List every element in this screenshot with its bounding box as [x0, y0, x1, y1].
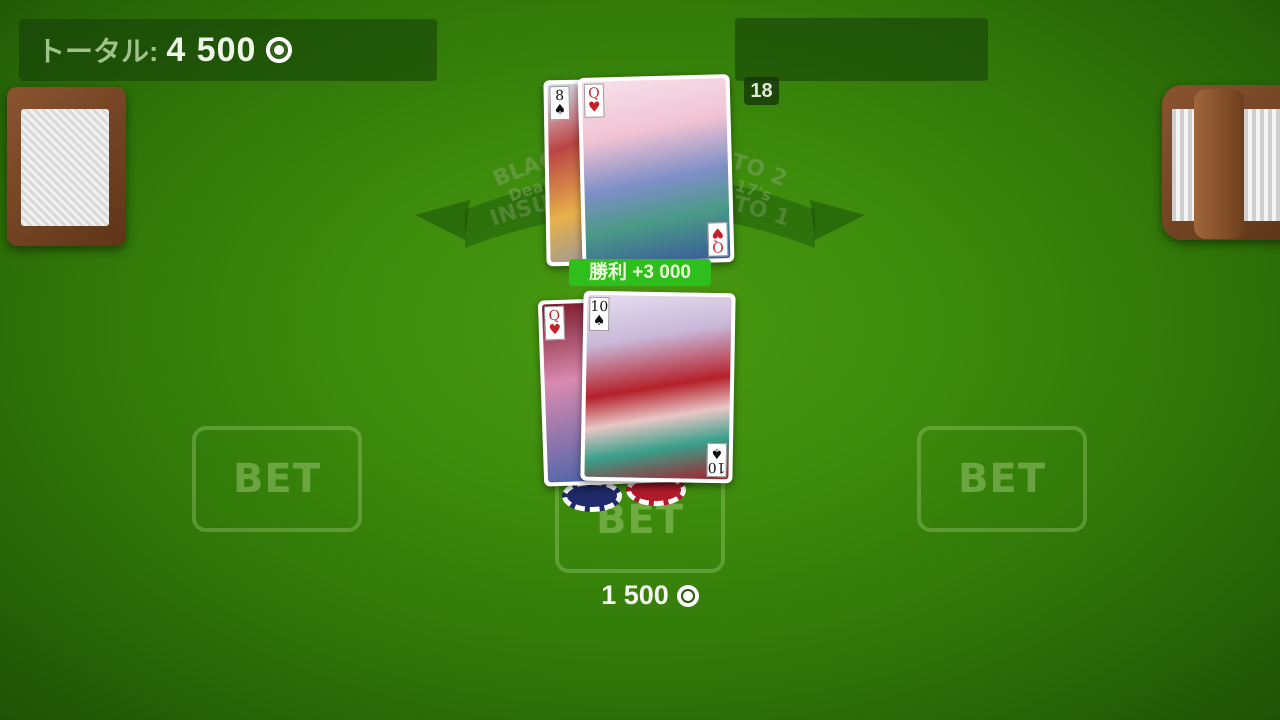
card-rank-corner: 8 ♠	[549, 85, 571, 121]
card-rank-corner: Q ♥	[544, 305, 566, 341]
player-bet-amount: 1 500	[560, 580, 740, 611]
total-balance-panel: トータル: 4 500	[19, 19, 437, 81]
bet-spot-left[interactable]: BET	[192, 426, 362, 532]
card-rank-corner-bottom: 10 ♠	[706, 442, 728, 478]
chip-icon	[266, 37, 293, 63]
card-shoe	[1162, 85, 1280, 240]
dealer-card-2: Q ♥ Q ♥	[577, 74, 735, 266]
chip-icon	[676, 584, 699, 607]
total-label: トータル:	[37, 36, 159, 67]
discard-pile-card-icon	[21, 109, 109, 226]
top-right-panel	[735, 18, 988, 81]
player-card-2: 10 ♠ 10 ♠	[580, 290, 736, 484]
dealer-hand-total: 18	[744, 77, 779, 105]
shoe-clip	[1194, 89, 1244, 239]
card-rank-corner: 10 ♠	[588, 296, 610, 332]
total-value: 4 500	[166, 30, 257, 69]
card-rank-corner: Q ♥	[583, 83, 605, 118]
discard-pile	[7, 87, 126, 246]
card-rank-corner-bottom: Q ♥	[707, 222, 729, 257]
bet-spot-right[interactable]: BET	[917, 426, 1087, 532]
bet-amount-value: 1 500	[601, 580, 669, 610]
win-result-badge: 勝利 +3 000	[569, 259, 711, 286]
